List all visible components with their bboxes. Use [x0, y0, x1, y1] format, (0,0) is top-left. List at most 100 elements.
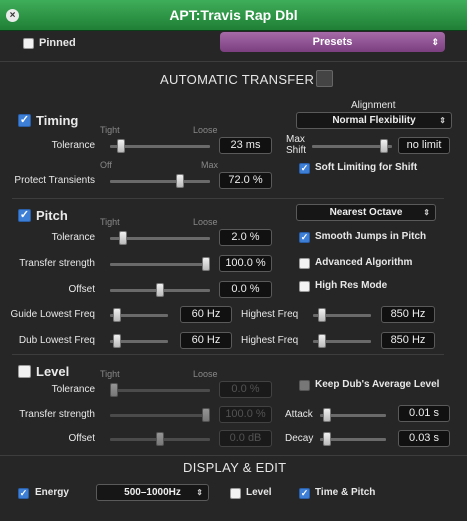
- slider-track: [110, 414, 210, 417]
- high-res-checkbox[interactable]: [299, 281, 310, 292]
- keep-average-label: Keep Dub's Average Level: [315, 379, 440, 390]
- level-label: Level: [36, 364, 70, 379]
- level-offset-label: Offset: [68, 433, 96, 444]
- timing-tolerance-value[interactable]: 23 ms: [219, 137, 272, 154]
- guide-high-label: Highest Freq: [241, 309, 299, 320]
- divider: [0, 61, 467, 62]
- octave-value: Nearest Octave: [329, 207, 403, 218]
- pitch-scale-high: Loose: [193, 217, 218, 227]
- smooth-jumps-label: Smooth Jumps in Pitch: [315, 231, 427, 242]
- guide-low-label: Guide Lowest Freq: [10, 309, 96, 320]
- guide-low-value[interactable]: 60 Hz: [180, 306, 232, 323]
- advanced-algorithm-label: Advanced Algorithm: [315, 257, 413, 268]
- slider-knob[interactable]: [176, 174, 185, 188]
- protect-scale-off: Off: [100, 160, 112, 170]
- dub-low-label: Dub Lowest Freq: [18, 335, 95, 346]
- keep-average-checkbox[interactable]: [299, 380, 310, 391]
- slider-knob[interactable]: [119, 231, 128, 245]
- advanced-algorithm-checkbox[interactable]: [299, 258, 310, 269]
- auto-transfer-toggle[interactable]: [316, 70, 333, 87]
- updown-icon: ⇕: [439, 116, 446, 125]
- slider-track: [110, 263, 210, 266]
- max-shift-value[interactable]: no limit: [398, 137, 450, 154]
- updown-icon: ⇕: [431, 37, 439, 47]
- alignment-label: Alignment: [351, 100, 396, 111]
- presets-menu[interactable]: Presets ⇕: [220, 32, 445, 52]
- plugin-panel: [0, 31, 467, 521]
- slider-track: [110, 389, 210, 392]
- attack-value[interactable]: 0.01 s: [398, 405, 450, 422]
- display-edit-title: DISPLAY & EDIT: [183, 460, 287, 475]
- timing-scale-high: Loose: [193, 125, 218, 135]
- energy-label: Energy: [35, 487, 69, 498]
- timing-checkbox[interactable]: [18, 114, 31, 127]
- divider: [0, 455, 467, 456]
- time-pitch-label: Time & Pitch: [315, 487, 376, 498]
- soft-limit-label: Soft Limiting for Shift: [315, 162, 418, 173]
- pinned-label: Pinned: [39, 37, 76, 49]
- updown-icon: ⇕: [196, 488, 203, 497]
- slider-knob[interactable]: [202, 257, 210, 271]
- pitch-tolerance-label: Tolerance: [51, 232, 95, 243]
- level-transfer-label: Transfer strength: [19, 409, 95, 420]
- divider: [12, 198, 444, 199]
- level-scale-high: Loose: [193, 369, 218, 379]
- pitch-offset-value[interactable]: 0.0 %: [219, 281, 272, 298]
- presets-label: Presets: [312, 36, 353, 48]
- high-res-label: High Res Mode: [315, 280, 388, 291]
- alignment-value: Normal Flexibility: [332, 115, 416, 126]
- pitch-tolerance-value[interactable]: 2.0 %: [219, 229, 272, 246]
- protect-scale-max: Max: [201, 160, 219, 170]
- protect-transients-value[interactable]: 72.0 %: [219, 172, 272, 189]
- max-shift-label-1: Max: [286, 134, 305, 145]
- title-bar: × APT:Travis Rap Dbl: [0, 0, 467, 31]
- divider: [12, 354, 444, 355]
- protect-transients-label: Protect Transients: [14, 175, 95, 186]
- pitch-checkbox[interactable]: [18, 209, 31, 222]
- level-tolerance-value[interactable]: 0.0 %: [219, 381, 272, 398]
- level-transfer-value[interactable]: 100.0 %: [219, 406, 272, 423]
- slider-knob[interactable]: [112, 334, 121, 348]
- pitch-offset-label: Offset: [68, 284, 96, 295]
- pitch-transfer-value[interactable]: 100.0 %: [219, 255, 272, 272]
- dub-high-value[interactable]: 850 Hz: [381, 332, 435, 349]
- timing-tolerance-label: Tolerance: [51, 140, 95, 151]
- pitch-label: Pitch: [36, 208, 68, 223]
- pinned-checkbox[interactable]: [23, 38, 34, 49]
- slider-knob[interactable]: [117, 139, 126, 153]
- pitch-scale-low: Tight: [100, 217, 120, 227]
- soft-limit-checkbox[interactable]: [299, 163, 310, 174]
- window-title: APT:Travis Rap Dbl: [169, 7, 298, 23]
- slider-knob[interactable]: [318, 308, 326, 322]
- dub-low-value[interactable]: 60 Hz: [180, 332, 232, 349]
- slider-knob[interactable]: [318, 334, 326, 348]
- display-level-checkbox[interactable]: [230, 488, 241, 499]
- slider-knob[interactable]: [110, 383, 118, 397]
- slider-knob[interactable]: [156, 432, 164, 446]
- slider-track: [110, 180, 210, 183]
- slider-knob[interactable]: [322, 432, 331, 446]
- alignment-select[interactable]: Normal Flexibility ⇕: [296, 112, 452, 129]
- slider-knob[interactable]: [156, 283, 164, 297]
- updown-icon: ⇕: [423, 208, 430, 217]
- slider-knob[interactable]: [112, 308, 121, 322]
- energy-range-select[interactable]: 500–1000Hz ⇕: [96, 484, 209, 501]
- pitch-transfer-label: Transfer strength: [19, 258, 95, 269]
- slider-knob[interactable]: [322, 408, 331, 422]
- display-level-label: Level: [246, 487, 272, 498]
- dub-high-label: Highest Freq: [241, 335, 299, 346]
- smooth-jumps-checkbox[interactable]: [299, 232, 310, 243]
- time-pitch-checkbox[interactable]: [299, 488, 310, 499]
- level-tolerance-label: Tolerance: [51, 384, 95, 395]
- timing-scale-low: Tight: [100, 125, 120, 135]
- level-checkbox[interactable]: [18, 365, 31, 378]
- decay-label: Decay: [285, 433, 314, 444]
- slider-knob[interactable]: [202, 408, 210, 422]
- octave-select[interactable]: Nearest Octave ⇕: [296, 204, 436, 221]
- level-offset-value[interactable]: 0.0 dB: [219, 430, 272, 447]
- guide-high-value[interactable]: 850 Hz: [381, 306, 435, 323]
- slider-knob[interactable]: [380, 139, 389, 153]
- energy-checkbox[interactable]: [18, 488, 29, 499]
- attack-label: Attack: [285, 409, 313, 420]
- decay-value[interactable]: 0.03 s: [398, 430, 450, 447]
